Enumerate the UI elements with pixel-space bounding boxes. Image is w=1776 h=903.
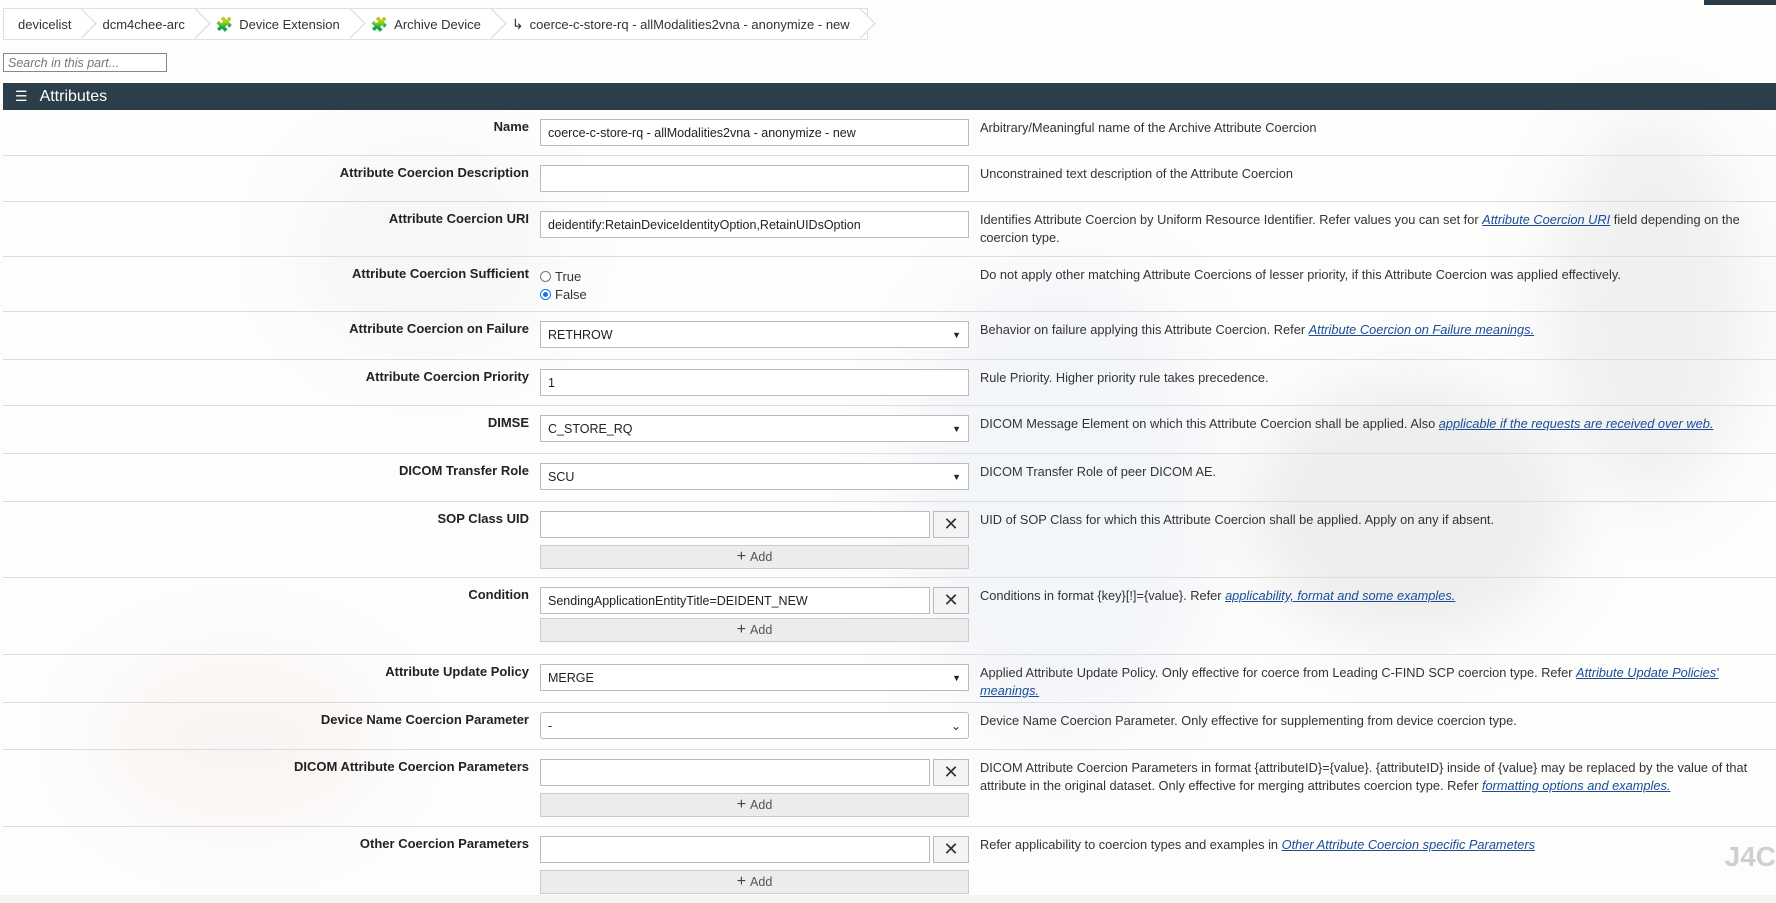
field-description: Behavior on failure applying this Attrib… [980,322,1535,337]
field-label: DICOM Attribute Coercion Parameters [293,759,529,774]
search-input[interactable] [3,53,167,72]
field-description: DICOM Attribute Coercion Parameters in f… [980,760,1748,793]
field-label: Attribute Coercion URI [388,211,529,226]
dimse-select[interactable]: C_STORE_RQ ▼ [540,415,969,442]
other-params-input[interactable] [540,836,930,863]
field-label: DIMSE [487,415,529,430]
radio-false[interactable]: False [540,285,969,303]
field-description: DICOM Message Element on which this Attr… [980,416,1714,431]
breadcrumb-devicelist[interactable]: devicelist [4,9,88,39]
field-row-dimse: DIMSE C_STORE_RQ ▼ DICOM Message Element … [3,406,1776,454]
plus-icon: + [736,873,747,890]
field-row-other-params: Other Coercion Parameters ✕ + Add Refer a… [3,827,1776,903]
breadcrumb-current[interactable]: ↳ coerce-c-store-rq - allModalities2vna -… [498,9,867,39]
field-description: Refer applicability to coercion types an… [980,837,1536,852]
on-failure-select[interactable]: RETHROW ▼ [540,321,969,348]
field-label: Attribute Coercion Priority [365,369,529,384]
field-description: Arbitrary/Meaningful name of the Archive… [980,120,1317,135]
list-icon: ☰ [15,88,28,104]
add-button[interactable]: + Add [540,793,969,817]
sop-class-input[interactable] [540,511,930,538]
close-icon[interactable]: ✕ [933,587,969,614]
condition-help-link[interactable]: applicability, format and some examples. [1225,588,1455,603]
field-label: Other Coercion Parameters [359,836,529,851]
caret-down-icon: ▼ [952,423,961,434]
field-label: Attribute Coercion on Failure [349,321,529,336]
subdirectory-arrow-icon: ↳ [511,15,524,32]
field-label: Device Name Coercion Parameter [320,712,529,727]
condition-input[interactable]: SendingApplicationEntityTitle=DEIDENT_NE… [540,587,930,614]
field-description: Device Name Coercion Parameter. Only eff… [980,713,1517,728]
field-label: Attribute Coercion Sufficient [352,266,529,281]
priority-input[interactable]: 1 [540,369,969,396]
plus-icon: + [736,548,747,565]
uri-input[interactable]: deidentify:RetainDeviceIdentityOption,Re… [540,211,969,238]
caret-down-icon: ▼ [952,471,961,482]
field-row-dicom-attr-params: DICOM Attribute Coercion Parameters ✕ + A… [3,750,1776,827]
field-row-name: Name coerce-c-store-rq - allModalities2v… [3,110,1776,156]
field-row-sop-class: SOP Class UID ✕ + Add UID of SOP Class fo… [3,502,1776,578]
field-description: Rule Priority. Higher priority rule take… [980,370,1269,385]
on-failure-help-link[interactable]: Attribute Coercion on Failure meanings. [1309,322,1534,337]
transfer-role-select[interactable]: SCU ▼ [540,463,969,490]
close-icon[interactable]: ✕ [933,759,969,786]
field-description: Identifies Attribute Coercion by Uniform… [980,212,1740,245]
caret-down-icon: ▼ [952,329,961,340]
other-params-help-link[interactable]: Other Attribute Coercion specific Parame… [1282,837,1535,852]
field-label: Attribute Coercion Description [339,165,529,180]
breadcrumb-archive-device[interactable]: 🧩 Archive Device [357,9,498,39]
uri-help-link[interactable]: Attribute Coercion URI [1482,212,1610,227]
field-description: Unconstrained text description of the At… [980,166,1293,181]
dicom-attr-params-help-link[interactable]: formatting options and examples. [1482,778,1671,793]
description-input[interactable] [540,165,969,192]
field-label: Condition [468,587,529,602]
breadcrumb-device-extension[interactable]: 🧩 Device Extension [202,9,357,39]
breadcrumb: devicelist dcm4chee-arc 🧩 Device Extensio… [3,8,868,40]
radio-button-selected[interactable] [540,288,551,300]
field-label: DICOM Transfer Role [398,463,529,478]
section-header[interactable]: ☰ Attributes [3,83,1776,110]
name-input[interactable]: coerce-c-store-rq - allModalities2vna - … [540,119,969,146]
add-button[interactable]: + Add [540,545,969,569]
field-row-transfer-role: DICOM Transfer Role SCU ▼ DICOM Transfer … [3,454,1776,502]
close-icon[interactable]: ✕ [933,511,969,538]
top-right-bar [1704,0,1776,5]
add-button[interactable]: + Add [540,870,969,894]
radio-true[interactable]: True [540,267,969,285]
puzzle-icon: 🧩 [215,15,234,32]
field-row-condition: Condition SendingApplicationEntityTitle=… [3,578,1776,655]
field-description: UID of SOP Class for which this Attribut… [980,512,1495,527]
plus-icon: + [736,621,747,638]
update-policy-select[interactable]: MERGE ▼ [540,664,969,691]
field-row-sufficient: Attribute Coercion Sufficient True False… [3,257,1776,312]
breadcrumb-dcm4chee-arc[interactable]: dcm4chee-arc [88,9,201,39]
field-row-uri: Attribute Coercion URI deidentify:Retain… [3,202,1776,257]
field-description: Do not apply other matching Attribute Co… [980,267,1621,282]
radio-button[interactable] [540,270,551,282]
field-row-on-failure: Attribute Coercion on Failure RETHROW ▼ B… [3,312,1776,360]
section-title: Attributes [39,87,108,105]
close-icon[interactable]: ✕ [933,836,969,863]
field-row-device-name-param: Device Name Coercion Parameter - ⌄ Device… [3,703,1776,750]
field-label: Attribute Update Policy [385,664,529,679]
device-name-param-select[interactable]: - ⌄ [540,712,969,739]
field-row-description: Attribute Coercion Description Unconstra… [3,156,1776,202]
caret-down-icon: ▼ [952,672,961,683]
plus-icon: + [736,796,747,813]
dicom-attr-params-input[interactable] [540,759,930,786]
field-row-update-policy: Attribute Update Policy MERGE ▼ Applied A… [3,655,1776,703]
logo: J4C [1724,841,1776,872]
chevron-down-icon: ⌄ [950,718,961,733]
field-description: Conditions in format {key}[!]={value}. R… [980,588,1456,603]
field-description: Applied Attribute Update Policy. Only ef… [980,665,1719,698]
field-row-priority: Attribute Coercion Priority 1 Rule Prior… [3,360,1776,406]
dimse-help-link[interactable]: applicable if the requests are received … [1439,416,1714,431]
field-description: DICOM Transfer Role of peer DICOM AE. [980,464,1217,479]
add-button[interactable]: + Add [540,618,969,642]
field-label: Name [493,119,529,134]
field-label: SOP Class UID [437,511,529,526]
puzzle-icon: 🧩 [370,15,389,32]
